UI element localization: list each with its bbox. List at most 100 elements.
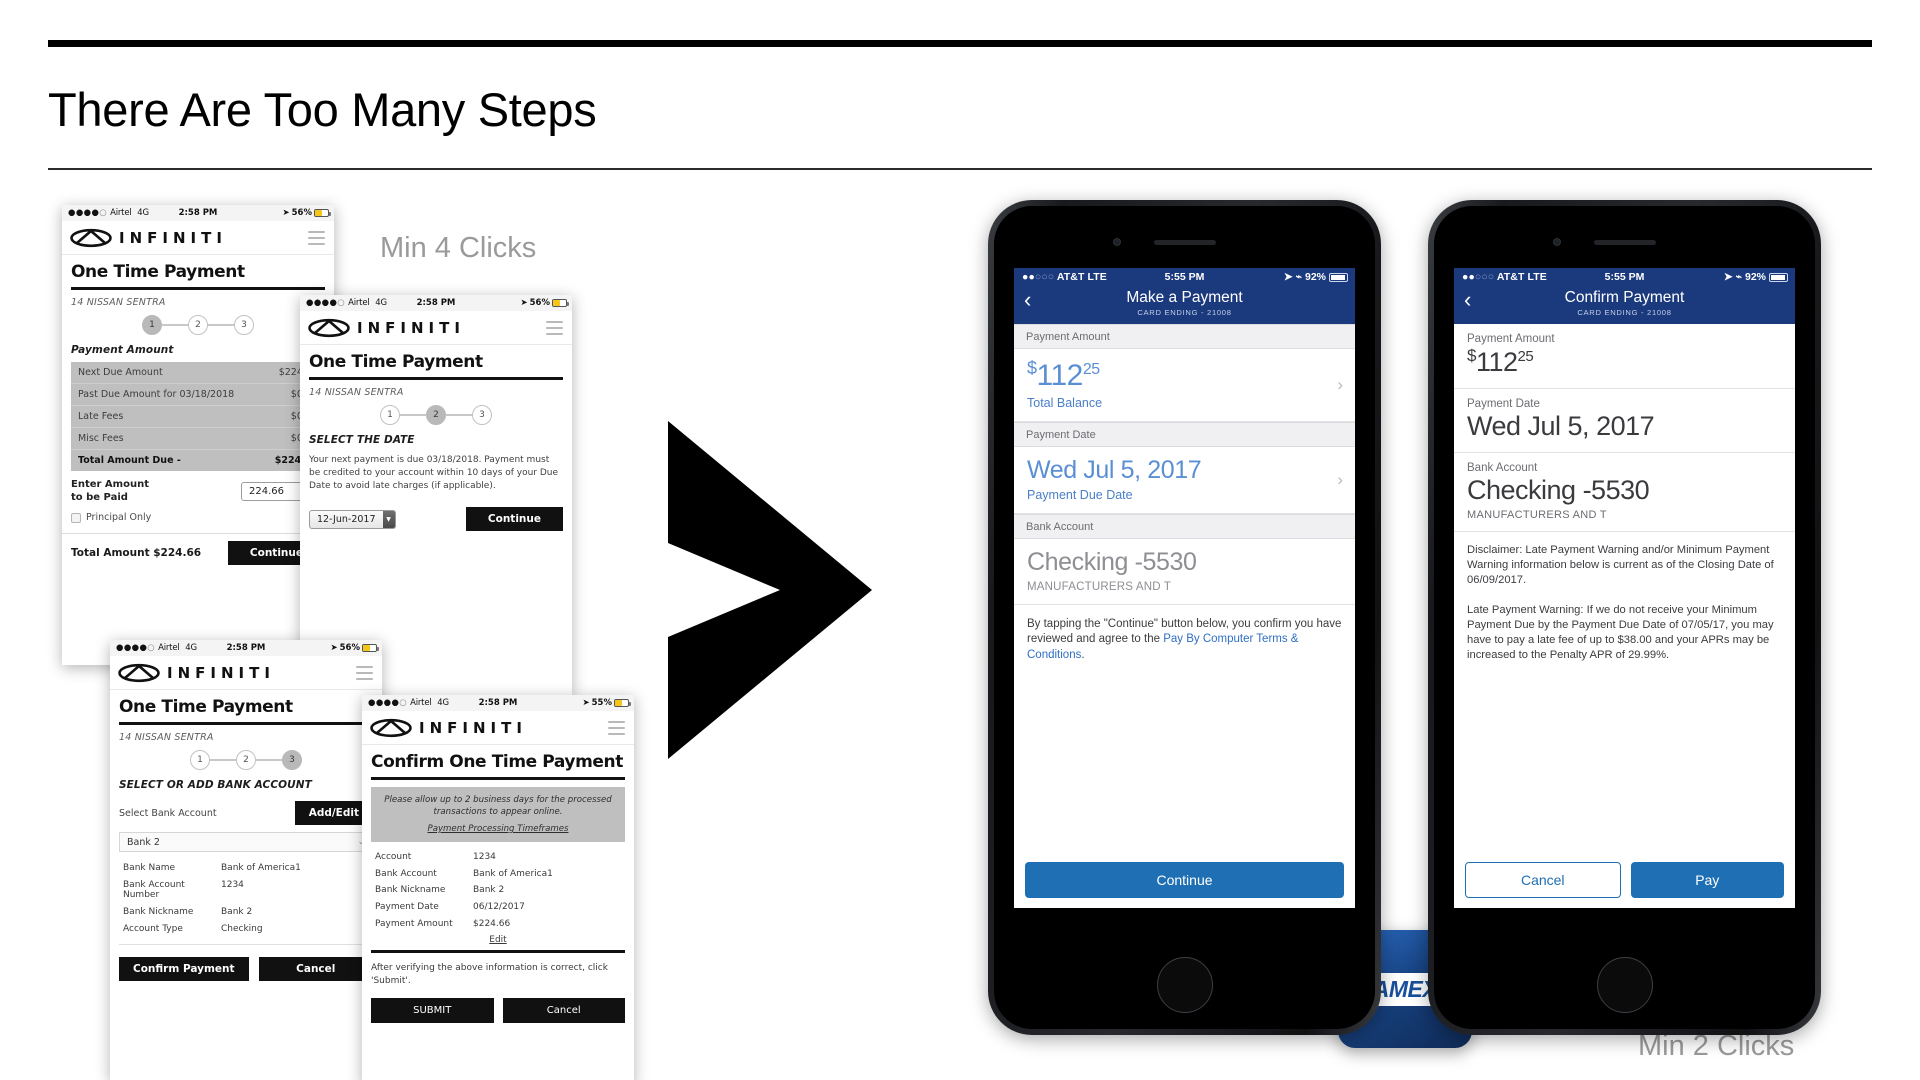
submit-button[interactable]: SUBMIT [371, 997, 494, 1023]
battery-icon [314, 209, 331, 217]
table-row: Payment Date 06/12/2017 [375, 902, 525, 913]
battery-status: ➤ 56% [521, 298, 569, 308]
terms-suffix: . [1081, 648, 1085, 661]
continue-button[interactable]: Continue [465, 507, 563, 532]
vehicle-label: 14 NISSAN SENTRA [119, 732, 214, 743]
table-row: Account Type Checking [123, 923, 263, 934]
cell-payment-amount[interactable]: $11225 Total Balance › [1014, 349, 1355, 422]
vehicle-label: 14 NISSAN SENTRA [309, 387, 404, 398]
bank-account-value: Checking -5530 [1467, 475, 1650, 505]
group-header-payment-date: Payment Date [1014, 422, 1355, 447]
step-3[interactable]: 3 [282, 750, 302, 770]
step-connector [256, 759, 282, 761]
step-3[interactable]: 3 [234, 315, 254, 335]
step-connector [208, 324, 234, 326]
earpiece-speaker [1593, 240, 1656, 245]
location-arrow-icon: ➤ [330, 643, 338, 653]
row-bank-account: Bank Account Checking -5530 MANUFACTURER… [1454, 453, 1795, 532]
date-row: 12-Jun-2017 ▼ Continue [300, 493, 572, 541]
chevron-right-icon: › [1337, 375, 1343, 394]
nav-subtitle: CARD ENDING - 21008 [1137, 308, 1232, 317]
hamburger-menu-icon[interactable] [608, 721, 625, 738]
step-2[interactable]: 2 [188, 315, 208, 335]
section-heading: Payment Amount [71, 344, 174, 356]
chevron-right-icon: › [1337, 470, 1343, 489]
app-screen-confirm-payment: ●●○○○ AT&T LTE 5:55 PM ➤ ⌁ 92% ‹ Confirm… [1454, 268, 1795, 908]
chevron-left-icon[interactable]: ‹ [1024, 289, 1031, 311]
table-row: Account 1234 [375, 851, 496, 862]
processing-notice: Please allow up to 2 business days for t… [371, 787, 625, 843]
hamburger-menu-icon[interactable] [356, 666, 373, 683]
battery-icon [1769, 272, 1788, 282]
confirm-details-table: Account 1234 Bank Account Bank of Americ… [362, 842, 634, 932]
step-1[interactable]: 1 [142, 315, 162, 335]
group-header-payment-amount: Payment Amount [1014, 324, 1355, 349]
home-button[interactable] [1596, 957, 1653, 1013]
date-select[interactable]: 12-Jun-2017 ▼ [309, 509, 396, 529]
screen4-title: Confirm One Time Payment [371, 752, 623, 772]
chevron-left-icon[interactable]: ‹ [1464, 289, 1471, 311]
infiniti-wordmark: INFINITI [419, 718, 527, 737]
cancel-button[interactable]: Cancel [502, 997, 625, 1023]
principal-only-row[interactable]: Principal Only [62, 506, 334, 531]
web-screen-payment-amount: ●●●●○ Airtel 4G 2:58 PM ➤ 56% INFINITI On… [62, 205, 334, 665]
nav-bar: ‹ Make a Payment CARD ENDING - 21008 [1014, 287, 1355, 324]
brand-bar: INFINITI [300, 311, 572, 345]
payment-amount-label: Payment Amount [1467, 333, 1555, 345]
step-1[interactable]: 1 [190, 750, 210, 770]
bank-account-dropdown[interactable]: Bank 2 ⌄ [119, 832, 373, 852]
continue-button[interactable]: Continue [1025, 862, 1344, 898]
bank-account-label: Bank Account [1467, 462, 1538, 474]
step-2[interactable]: 2 [426, 405, 446, 425]
pay-button[interactable]: Pay [1630, 862, 1784, 898]
confirm-payment-actions: Cancel Pay [1465, 862, 1784, 898]
row-payment-amount: Payment Amount $11225 [1454, 324, 1795, 389]
caption-min-4-clicks: Min 4 Clicks [380, 232, 537, 264]
cancel-button[interactable]: Cancel [258, 957, 373, 982]
location-arrow-icon: ➤ [582, 698, 590, 708]
bluetooth-icon: ⌁ [1735, 271, 1742, 283]
payment-processing-timeframes-link[interactable]: Payment Processing Timeframes [428, 824, 569, 834]
status-bar: ●●●●○ Airtel 4G 2:58 PM ➤ 56% [110, 640, 382, 656]
bluetooth-icon: ⌁ [1295, 271, 1302, 283]
step-2[interactable]: 2 [236, 750, 256, 770]
date-select-value: 12-Jun-2017 [317, 513, 376, 525]
table-row: Late Fees$0.00 [71, 406, 325, 428]
confirm-payment-button[interactable]: Confirm Payment [119, 957, 249, 982]
cell-bank-account[interactable]: Checking -5530 MANUFACTURERS AND T [1014, 539, 1355, 605]
chevron-down-icon: ▼ [382, 510, 395, 528]
status-bar: ●●●●○ Airtel 4G 2:58 PM ➤ 55% [362, 695, 634, 711]
hamburger-menu-icon[interactable] [546, 321, 563, 338]
principal-only-label: Principal Only [86, 512, 152, 523]
screen2-title: One Time Payment [309, 352, 483, 372]
location-arrow-icon: ➤ [1283, 271, 1293, 283]
payment-date-label: Payment Date [1467, 398, 1540, 410]
front-camera-icon [1113, 238, 1121, 246]
top-divider [48, 40, 1872, 47]
step-connector [162, 324, 188, 326]
hamburger-menu-icon[interactable] [308, 231, 325, 248]
step-indicator: 1 2 3 [300, 401, 572, 431]
cancel-button[interactable]: Cancel [1465, 862, 1621, 898]
earpiece-speaker [1153, 240, 1216, 245]
ios-status-bar: ●●○○○ AT&T LTE 5:55 PM ➤ ⌁ 92% [1014, 268, 1355, 287]
section-heading: SELECT OR ADD BANK ACCOUNT [119, 779, 312, 791]
table-row: Bank Nickname Bank 2 [375, 885, 505, 896]
payment-amount-value: $11225 [1467, 346, 1534, 377]
select-bank-label: Select Bank Account [119, 807, 217, 819]
iphone-confirm-payment: ●●○○○ AT&T LTE 5:55 PM ➤ ⌁ 92% ‹ Confirm… [1428, 200, 1821, 1035]
brand-bar: INFINITI [110, 656, 382, 690]
front-camera-icon [1553, 238, 1561, 246]
step-3[interactable]: 3 [472, 405, 492, 425]
slide-canvas: There Are Too Many Steps Min 4 Clicks Mi… [0, 0, 1920, 1080]
table-row: Past Due Amount for 03/18/2018$0.00 [71, 384, 325, 406]
cell-payment-date[interactable]: Wed Jul 5, 2017 Payment Due Date › [1014, 447, 1355, 514]
verify-instruction: After verifying the above information is… [371, 962, 608, 986]
select-bank-row: Select Bank Account Add/Edit [110, 797, 382, 832]
step-indicator: 1 2 3 [62, 311, 334, 341]
bank-dropdown-value: Bank 2 [127, 836, 160, 848]
edit-link[interactable]: Edit [362, 932, 634, 945]
home-button[interactable] [1156, 957, 1213, 1013]
principal-only-checkbox[interactable] [71, 512, 81, 523]
step-1[interactable]: 1 [380, 405, 400, 425]
